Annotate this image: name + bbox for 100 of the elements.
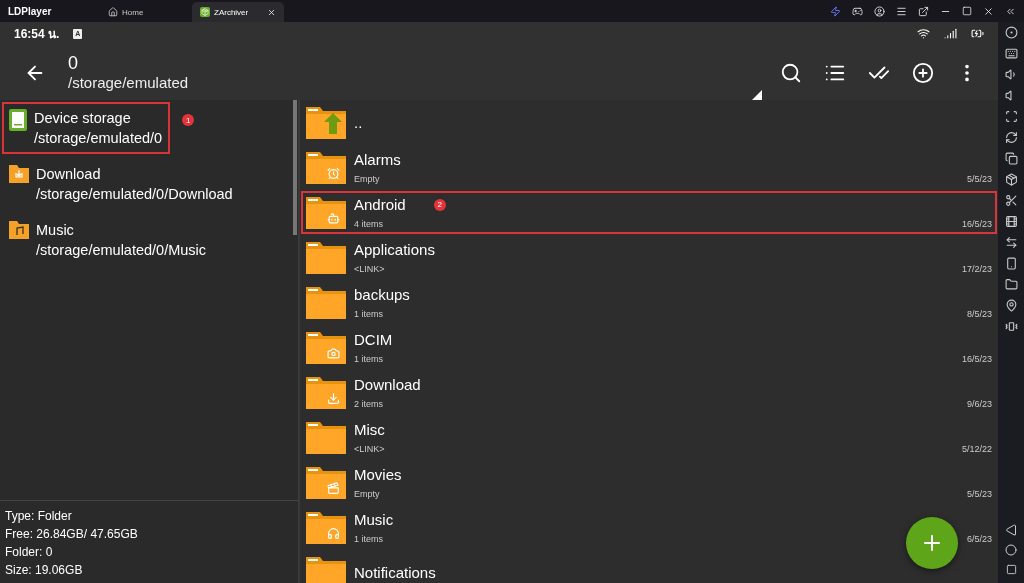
signal-icon: [944, 27, 957, 40]
gamepad-icon[interactable]: [852, 5, 863, 17]
file-date: 6/5/23: [966, 534, 992, 544]
battery-icon: [971, 27, 984, 40]
file-name: DCIM: [354, 330, 393, 350]
nav-back-icon[interactable]: [1005, 524, 1017, 536]
storage-icon: [8, 108, 28, 132]
emulator-tab[interactable]: Home: [100, 2, 192, 22]
windows-icon[interactable]: [1004, 152, 1018, 165]
scissors-icon[interactable]: [1004, 194, 1018, 207]
file-row[interactable]: Movies Empty 5/5/23: [300, 460, 998, 505]
close-icon[interactable]: [983, 5, 994, 17]
storage-item[interactable]: Device storage /storage/emulated/0: [4, 104, 169, 152]
nav-recents-icon[interactable]: [1005, 564, 1017, 575]
folder-icon: [304, 554, 348, 583]
movie-folder-icon: [304, 464, 348, 501]
search-icon[interactable]: [780, 61, 802, 84]
file-row[interactable]: Misc <LINK> 5/12/22: [300, 415, 998, 460]
file-detail: 2 items: [354, 398, 384, 410]
info-line: Size: 19.06GB: [5, 562, 84, 579]
marker-badge: 1: [182, 114, 195, 126]
maximize-icon[interactable]: [962, 6, 972, 16]
phone-icon[interactable]: [1004, 257, 1018, 270]
folder-title: 0: [68, 53, 79, 73]
file-row[interactable]: Alarms Empty 5/5/23: [300, 145, 998, 190]
vibrate-icon[interactable]: [1004, 320, 1018, 333]
file-row[interactable]: backups 1 items 8/5/23: [300, 280, 998, 325]
file-detail: <LINK>: [354, 263, 386, 275]
file-name: Music: [354, 510, 394, 530]
user-icon[interactable]: [874, 5, 885, 17]
alarm-folder-icon: [304, 149, 348, 186]
file-name: backups: [354, 285, 410, 305]
music-folder-icon: [8, 220, 30, 240]
folder-icon: [304, 419, 348, 456]
camera-folder-icon: [304, 329, 348, 366]
file-date: 9/6/23: [966, 399, 992, 409]
folder-icon: [304, 284, 348, 321]
folder-path: /storage/emulated: [68, 73, 189, 92]
nav-home-icon[interactable]: [1005, 544, 1017, 556]
keyboard-icon[interactable]: [1004, 47, 1018, 60]
close-icon[interactable]: [267, 7, 276, 17]
file-date: 17/2/23: [961, 264, 992, 274]
file-detail: Empty: [354, 488, 381, 500]
storage-item[interactable]: Download /storage/emulated/0/Download: [4, 160, 239, 208]
app-icon: [200, 7, 210, 17]
file-date: 16/5/23: [961, 354, 992, 364]
target-icon[interactable]: [1004, 26, 1018, 39]
clock: 16:54 น.: [14, 26, 60, 43]
sync-icon[interactable]: [1004, 131, 1018, 144]
scrollbar[interactable]: [293, 100, 297, 235]
file-detail: <LINK>: [354, 443, 386, 455]
bolt-icon[interactable]: [830, 5, 841, 17]
file-row[interactable]: ..: [300, 100, 998, 145]
menu-icon[interactable]: [896, 5, 907, 17]
storage-item[interactable]: Music /storage/emulated/0/Music: [4, 216, 213, 264]
marker-badge: 2: [433, 199, 446, 211]
info-line: Type: Folder: [5, 508, 73, 525]
video-icon[interactable]: [1004, 215, 1018, 228]
info-line: Folder: 0: [5, 544, 54, 561]
file-row[interactable]: DCIM 1 items 16/5/23: [300, 325, 998, 370]
file-date: 5/5/23: [966, 174, 992, 184]
file-detail: 1 items: [354, 353, 384, 365]
folder-icon[interactable]: [1004, 278, 1018, 291]
popout-icon[interactable]: [918, 5, 929, 17]
file-detail: 1 items: [354, 308, 384, 320]
location-icon[interactable]: [1004, 299, 1018, 312]
file-row[interactable]: Android 2 4 items 16/5/23: [300, 190, 998, 235]
wifi-icon: [917, 27, 930, 40]
file-name: Android: [354, 195, 406, 215]
android-folder-icon: [304, 194, 348, 231]
home-icon: [108, 7, 118, 17]
file-date: 8/5/23: [966, 309, 992, 319]
file-detail: 1 items: [354, 533, 384, 545]
add-button[interactable]: [906, 517, 958, 569]
file-name: Misc: [354, 420, 385, 440]
file-row[interactable]: Applications <LINK> 17/2/23: [300, 235, 998, 280]
file-date: 5/5/23: [966, 489, 992, 499]
file-row[interactable]: Notifications: [300, 550, 998, 583]
file-row[interactable]: Download 2 items 9/6/23: [300, 370, 998, 415]
file-name: ..: [354, 112, 363, 133]
parent-folder-icon: [304, 104, 348, 141]
download-folder-icon: [304, 374, 348, 411]
music-folder-icon: [304, 509, 348, 546]
file-detail: 4 items: [354, 218, 384, 230]
info-line: Free: 26.84GB/ 47.65GB: [5, 526, 139, 543]
emulator-tab[interactable]: ZArchiver: [192, 2, 284, 22]
download-folder-icon: [8, 164, 30, 184]
file-detail: Empty: [354, 173, 381, 185]
package-icon[interactable]: [1004, 173, 1018, 186]
file-date: 16/5/23: [961, 219, 992, 229]
screenshot-icon[interactable]: [1004, 110, 1018, 123]
swap-icon[interactable]: [1004, 236, 1018, 249]
file-name: Notifications: [354, 562, 436, 583]
file-name: Movies: [354, 465, 402, 485]
corner-mark-icon: [752, 90, 762, 100]
volume-up-icon[interactable]: [1004, 68, 1018, 81]
add-icon[interactable]: [912, 61, 934, 84]
app-logo: LDPlayer: [7, 4, 53, 19]
file-row[interactable]: Music 1 items 6/5/23: [300, 505, 998, 550]
file-date: 5/12/22: [961, 444, 992, 454]
